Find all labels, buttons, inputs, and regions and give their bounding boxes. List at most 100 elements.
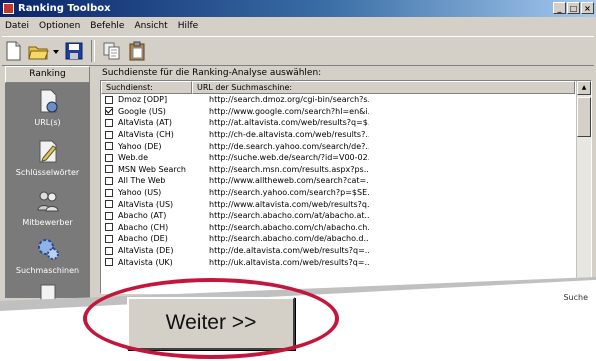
menu-befehle[interactable]: Befehle (85, 18, 129, 34)
toolbar (2, 36, 594, 66)
service-url: http://www.alltheweb.com/search?cat=... (209, 176, 369, 186)
main-panel: Suchdienste für die Ranking-Analyse ausw… (96, 66, 594, 298)
service-url: http://search.abacho.com/at/abacho.at... (209, 211, 369, 221)
sidebar-item-label: URL(s) (34, 118, 61, 127)
list-item[interactable]: Abacho (CH) http://search.abacho.com/ch/a… (101, 222, 575, 234)
scroll-up-icon[interactable]: ▲ (577, 81, 591, 95)
open-folder-icon[interactable] (27, 40, 49, 62)
checkbox[interactable] (105, 107, 113, 116)
column-header-url[interactable]: URL der Suchmaschine: (192, 81, 575, 94)
scroll-down-icon[interactable]: ▼ (577, 279, 591, 293)
sidebar-header: Ranking (5, 66, 90, 83)
service-name: All The Web (118, 176, 166, 186)
service-url: http://uk.altavista.com/web/results?q=..… (209, 257, 369, 267)
service-url: http://search.abacho.com/ch/abacho.ch... (209, 222, 369, 232)
list-item[interactable]: AltaVista (US) http://www.altavista.com/w… (101, 198, 575, 210)
list-item[interactable]: AltaVista (CH) http://ch-de.altavista.com… (101, 129, 575, 141)
list-item[interactable]: AltaVista (AT) http://at.altavista.com/we… (101, 117, 575, 129)
service-name: AltaVista (DE) (118, 246, 174, 256)
checkbox[interactable] (105, 176, 113, 185)
close-button[interactable]: × (581, 2, 594, 14)
maximize-button[interactable]: □ (567, 2, 580, 14)
list-rows: Dmoz [ODP] http://search.dmoz.org/cgi-bin… (101, 94, 575, 268)
service-name: Web.de (118, 153, 148, 163)
sidebar-item-competitors[interactable]: Mitbewerber (5, 188, 90, 227)
save-disk-icon[interactable] (63, 40, 85, 62)
window-title: Ranking Toolbox (18, 3, 111, 14)
report-icon (35, 282, 61, 301)
keywords-pen-icon (35, 138, 61, 164)
minimize-button[interactable]: _ (553, 2, 566, 14)
search-engines-gears-icon (35, 236, 61, 262)
new-document-icon[interactable] (2, 40, 24, 62)
checkbox[interactable] (105, 223, 113, 232)
url-page-icon (35, 88, 61, 114)
list-item[interactable]: Dmoz [ODP] http://search.dmoz.org/cgi-bin… (101, 94, 575, 106)
list-item[interactable]: Abacho (AT) http://search.abacho.com/at/a… (101, 210, 575, 222)
checkbox[interactable] (105, 118, 113, 127)
service-name: Abacho (AT) (118, 211, 167, 221)
list-item[interactable]: Google (US) http://www.google.com/search?… (101, 106, 575, 118)
service-url: http://de.search.yahoo.com/search/de?... (209, 141, 369, 151)
service-url: http://www.google.com/search?hl=en&i... (209, 106, 369, 116)
checkbox[interactable] (105, 142, 113, 151)
checkbox[interactable] (105, 95, 113, 104)
list-item[interactable]: All The Web http://www.alltheweb.com/sear… (101, 175, 575, 187)
service-url: http://suche.web.de/search/?id=V00-02... (209, 153, 369, 163)
checkbox[interactable] (105, 153, 113, 162)
service-name: Abacho (CH) (118, 222, 169, 232)
sidebar-item-keywords[interactable]: Schlüsselwörter (5, 138, 90, 177)
list-item[interactable]: AltaVista (DE) http://de.altavista.com/we… (101, 245, 575, 257)
menu-optionen[interactable]: Optionen (34, 18, 85, 34)
checkbox[interactable] (105, 165, 113, 174)
list-item[interactable]: MSN Web Search http://search.msn.com/resu… (101, 164, 575, 176)
service-url: http://ch-de.altavista.com/web/results?.… (209, 130, 369, 140)
checkbox[interactable] (105, 130, 113, 139)
column-header-service[interactable]: Suchdienst: (101, 81, 192, 94)
service-name: Abacho (DE) (118, 234, 168, 244)
list-item[interactable]: Web.de http://suche.web.de/search/?id=V00… (101, 152, 575, 164)
next-button[interactable]: Weiter >> (127, 297, 295, 350)
service-name: MSN Web Search (118, 164, 186, 174)
list-item[interactable]: Yahoo (DE) http://de.search.yahoo.com/sea… (101, 140, 575, 152)
instruction-label: Suchdienste für die Ranking-Analyse ausw… (102, 68, 322, 78)
list-item[interactable]: Yahoo (US) http://search.yahoo.com/search… (101, 187, 575, 199)
status-text: Suche (563, 293, 588, 302)
list-item[interactable]: Altavista (UK) http://uk.altavista.com/we… (101, 256, 575, 268)
competitors-people-icon (35, 188, 61, 214)
sidebar: Ranking URL(s) Schlüsselwörter Mitbewerb… (5, 66, 90, 301)
dropdown-arrow-icon[interactable] (52, 40, 60, 62)
checkbox[interactable] (105, 234, 113, 243)
sidebar-item-search-engines[interactable]: Suchmaschinen (5, 236, 90, 275)
sidebar-item-label: Suchmaschinen (15, 266, 80, 275)
service-url: http://search.dmoz.org/cgi-bin/search?s.… (209, 95, 369, 105)
checkbox[interactable] (105, 188, 113, 197)
sidebar-item-urls[interactable]: URL(s) (5, 88, 90, 127)
sidebar-item-label: Mitbewerber (22, 218, 73, 227)
checkbox[interactable] (105, 200, 113, 209)
checkbox[interactable] (105, 211, 113, 220)
sidebar-item-label: Schlüsselwörter (15, 168, 80, 177)
service-url: http://search.abacho.com/de/abacho.d... (209, 234, 369, 244)
checkbox[interactable] (105, 246, 113, 255)
search-engine-list[interactable]: Suchdienst: URL der Suchmaschine: Dmoz [… (100, 80, 592, 294)
service-name: Google (US) (118, 106, 166, 116)
vertical-scrollbar[interactable]: ▲ ▼ (576, 81, 591, 293)
service-name: AltaVista (CH) (118, 130, 174, 140)
scroll-thumb[interactable] (577, 97, 591, 137)
list-item[interactable]: Abacho (DE) http://search.abacho.com/de/a… (101, 233, 575, 245)
service-name: Yahoo (US) (118, 188, 162, 198)
service-name: Dmoz [ODP] (118, 95, 168, 105)
app-icon (3, 3, 14, 14)
service-name: Yahoo (DE) (118, 141, 162, 151)
menu-ansicht[interactable]: Ansicht (129, 18, 172, 34)
paste-clipboard-icon[interactable] (126, 40, 148, 62)
menu-hilfe[interactable]: Hilfe (173, 18, 203, 34)
service-url: http://search.msn.com/results.aspx?ps... (209, 164, 369, 174)
app-window: Ranking Toolbox _ □ × Datei Optionen Bef… (0, 0, 596, 301)
checkbox[interactable] (105, 258, 113, 267)
copy-pages-icon[interactable] (101, 40, 123, 62)
menu-datei[interactable]: Datei (0, 18, 34, 34)
menu-bar: Datei Optionen Befehle Ansicht Hilfe (0, 18, 596, 34)
service-name: AltaVista (US) (118, 199, 174, 209)
